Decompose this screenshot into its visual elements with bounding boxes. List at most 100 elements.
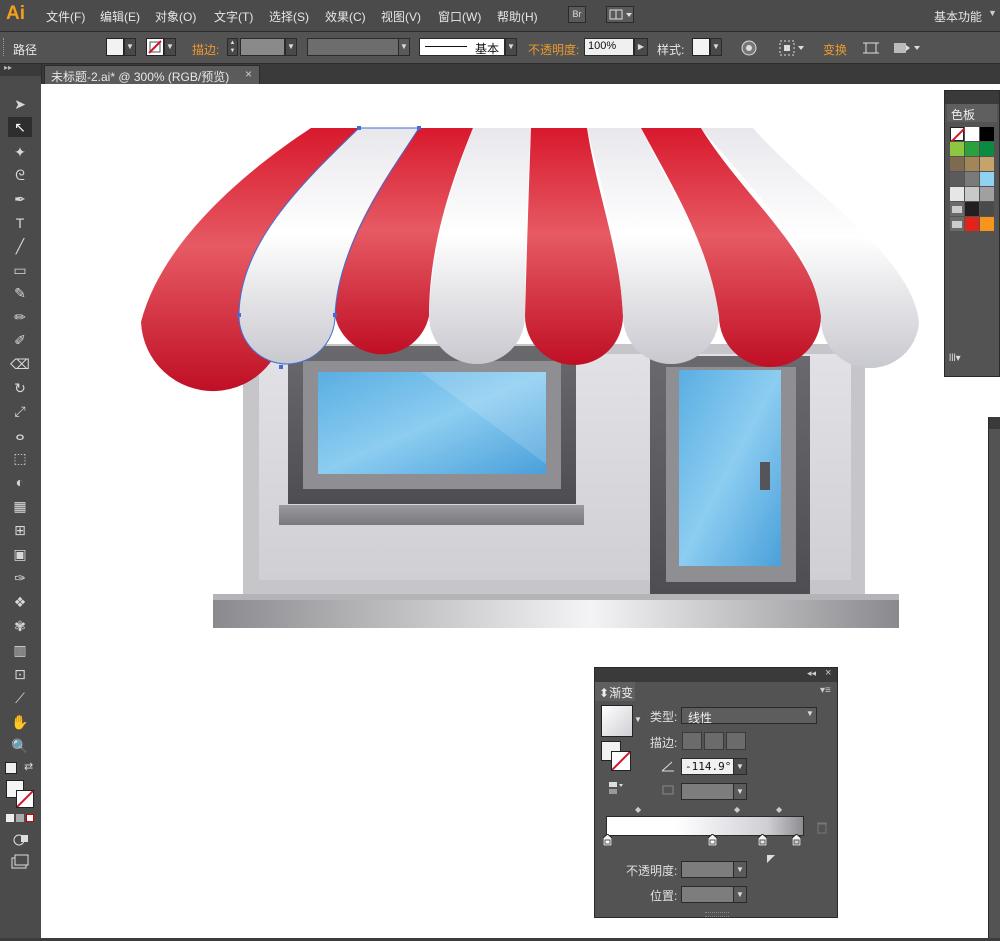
gradient-stop[interactable] [602, 833, 613, 847]
menu-window[interactable]: 窗口(W) [438, 8, 481, 25]
delete-stop-icon[interactable] [815, 820, 829, 834]
slice-icon[interactable]: ⟋ [8, 688, 32, 708]
brush-definition-dropdown[interactable]: ▼ [505, 38, 517, 56]
chevron-down-icon[interactable]: ▼ [988, 8, 997, 18]
color-swatch[interactable] [950, 157, 964, 171]
gradient-stop[interactable] [757, 833, 768, 847]
stroke-indicator[interactable] [611, 751, 631, 771]
fill-swatch[interactable] [106, 38, 124, 56]
swap-colors-icon[interactable]: ⇄ [24, 760, 33, 773]
recolor-artwork-icon[interactable] [740, 39, 758, 57]
panel-menu-icon[interactable] [892, 39, 924, 57]
swatch-group-folder-icon[interactable] [950, 202, 964, 216]
gradient-stop[interactable] [791, 833, 802, 847]
magic-wand-icon[interactable]: ✦ [8, 142, 32, 162]
color-mode-buttons[interactable] [6, 814, 36, 824]
align-icon[interactable] [778, 39, 806, 57]
hand-icon[interactable]: ✋ [8, 712, 32, 732]
color-swatch[interactable] [965, 127, 979, 141]
close-icon[interactable]: × [825, 667, 831, 679]
pencil-icon[interactable]: ✏ [8, 307, 32, 327]
stroke-label[interactable]: 描边: [192, 41, 219, 58]
stroke-weight-field[interactable] [240, 38, 285, 56]
default-colors-icon[interactable] [5, 762, 17, 774]
direct-selection-tool-icon[interactable]: ↖ [8, 117, 32, 137]
menu-object[interactable]: 对象(O) [155, 8, 196, 25]
color-swatch[interactable] [965, 217, 979, 231]
color-swatch[interactable] [965, 202, 979, 216]
color-swatch[interactable] [980, 127, 994, 141]
stroke-color-box[interactable] [16, 790, 34, 808]
color-swatch[interactable] [980, 172, 994, 186]
mesh-icon[interactable]: ⊞ [8, 520, 32, 540]
color-swatch[interactable] [965, 142, 979, 156]
shape-builder-icon[interactable]: ◐ [8, 472, 32, 492]
pen-icon[interactable]: ✒ [8, 189, 32, 209]
color-swatch[interactable] [965, 157, 979, 171]
bridge-button[interactable]: Br [568, 6, 586, 23]
panel-grip-icon[interactable] [705, 912, 729, 917]
stroke-gradient-buttons[interactable] [682, 732, 748, 750]
eyedropper-icon[interactable]: ✑ [8, 568, 32, 588]
menu-help[interactable]: 帮助(H) [497, 8, 538, 25]
color-swatch[interactable] [980, 187, 994, 201]
variable-width-profile[interactable] [307, 38, 399, 56]
swatch-libraries-icon[interactable]: lll▾ [949, 353, 961, 364]
menu-file[interactable]: 文件(F) [46, 8, 85, 25]
color-swatch[interactable] [980, 202, 994, 216]
color-swatch[interactable] [980, 142, 994, 156]
lasso-icon[interactable]: ᘓ [8, 165, 32, 185]
midpoint-diamond-3[interactable]: ◆ [776, 805, 782, 814]
color-swatch[interactable] [965, 172, 979, 186]
rectangle-icon[interactable]: ▭ [8, 260, 32, 280]
collapse-icon[interactable]: ▸▸ [4, 63, 12, 72]
angle-dropdown[interactable]: ▼ [733, 758, 747, 775]
color-swatch[interactable] [980, 217, 994, 231]
scale-icon[interactable]: ⤢ [8, 401, 32, 421]
perspective-grid-icon[interactable]: ▦ [8, 496, 32, 516]
none-swatch[interactable] [950, 127, 966, 143]
stroke-weight-stepper[interactable]: ▲ ▼ [227, 38, 238, 56]
color-swatch[interactable] [980, 157, 994, 171]
blob-brush-icon[interactable]: ✐ [8, 330, 32, 350]
menu-type[interactable]: 文字(T) [214, 8, 253, 25]
opacity-field[interactable]: 100% [584, 38, 634, 56]
opacity-label[interactable]: 不透明度: [528, 41, 579, 58]
color-swatch[interactable] [950, 142, 964, 156]
artboard-icon[interactable]: ⊡ [8, 664, 32, 684]
artboard-canvas[interactable] [41, 84, 1000, 938]
brush-definition-field[interactable]: 基本 [419, 38, 505, 56]
color-swatch[interactable] [965, 187, 979, 201]
line-icon[interactable]: ╱ [8, 236, 32, 256]
arrange-documents-button[interactable] [606, 6, 634, 23]
selection-tool-icon[interactable]: ➤ [8, 94, 32, 114]
menu-effect[interactable]: 效果(C) [325, 8, 366, 25]
variable-width-dropdown[interactable]: ▼ [398, 38, 410, 56]
color-swatch[interactable] [950, 187, 964, 201]
menu-edit[interactable]: 编辑(E) [100, 8, 140, 25]
eraser-icon[interactable]: ⌫ [8, 354, 32, 374]
warp-icon[interactable]: ⴰ [8, 425, 32, 445]
workspace-switcher[interactable]: 基本功能 [934, 8, 982, 25]
symbol-sprayer-icon[interactable]: ✾ [8, 616, 32, 636]
drawing-mode-icon[interactable] [12, 832, 30, 848]
graphic-style-dropdown[interactable]: ▼ [710, 38, 722, 56]
paintbrush-icon[interactable]: ✎ [8, 283, 32, 303]
zoom-icon[interactable]: 🔍 [8, 736, 32, 756]
free-transform-icon[interactable]: ⬚ [8, 448, 32, 468]
menu-select[interactable]: 选择(S) [269, 8, 309, 25]
midpoint-diamond-2[interactable]: ◆ [734, 805, 740, 814]
opacity-dropdown[interactable]: ▶ [634, 38, 648, 56]
gradient-preview-swatch[interactable] [601, 705, 633, 737]
rotate-icon[interactable]: ↻ [8, 378, 32, 398]
panel-menu-icon[interactable]: ▾≡ [820, 685, 831, 696]
swatch-group-folder-icon[interactable] [950, 217, 964, 231]
document-tab[interactable]: 未标题-2.ai* @ 300% (RGB/预览) × [44, 65, 260, 84]
color-swatch[interactable] [950, 172, 964, 186]
stroke-none-swatch[interactable] [146, 38, 164, 56]
gradient-slider[interactable] [606, 816, 804, 836]
midpoint-diamond-1[interactable]: ◆ [635, 805, 641, 814]
collapse-panel-icon[interactable]: ◂◂ [807, 668, 816, 679]
gradient-stop[interactable] [707, 833, 718, 847]
transform-link[interactable]: 变换 [823, 41, 847, 58]
